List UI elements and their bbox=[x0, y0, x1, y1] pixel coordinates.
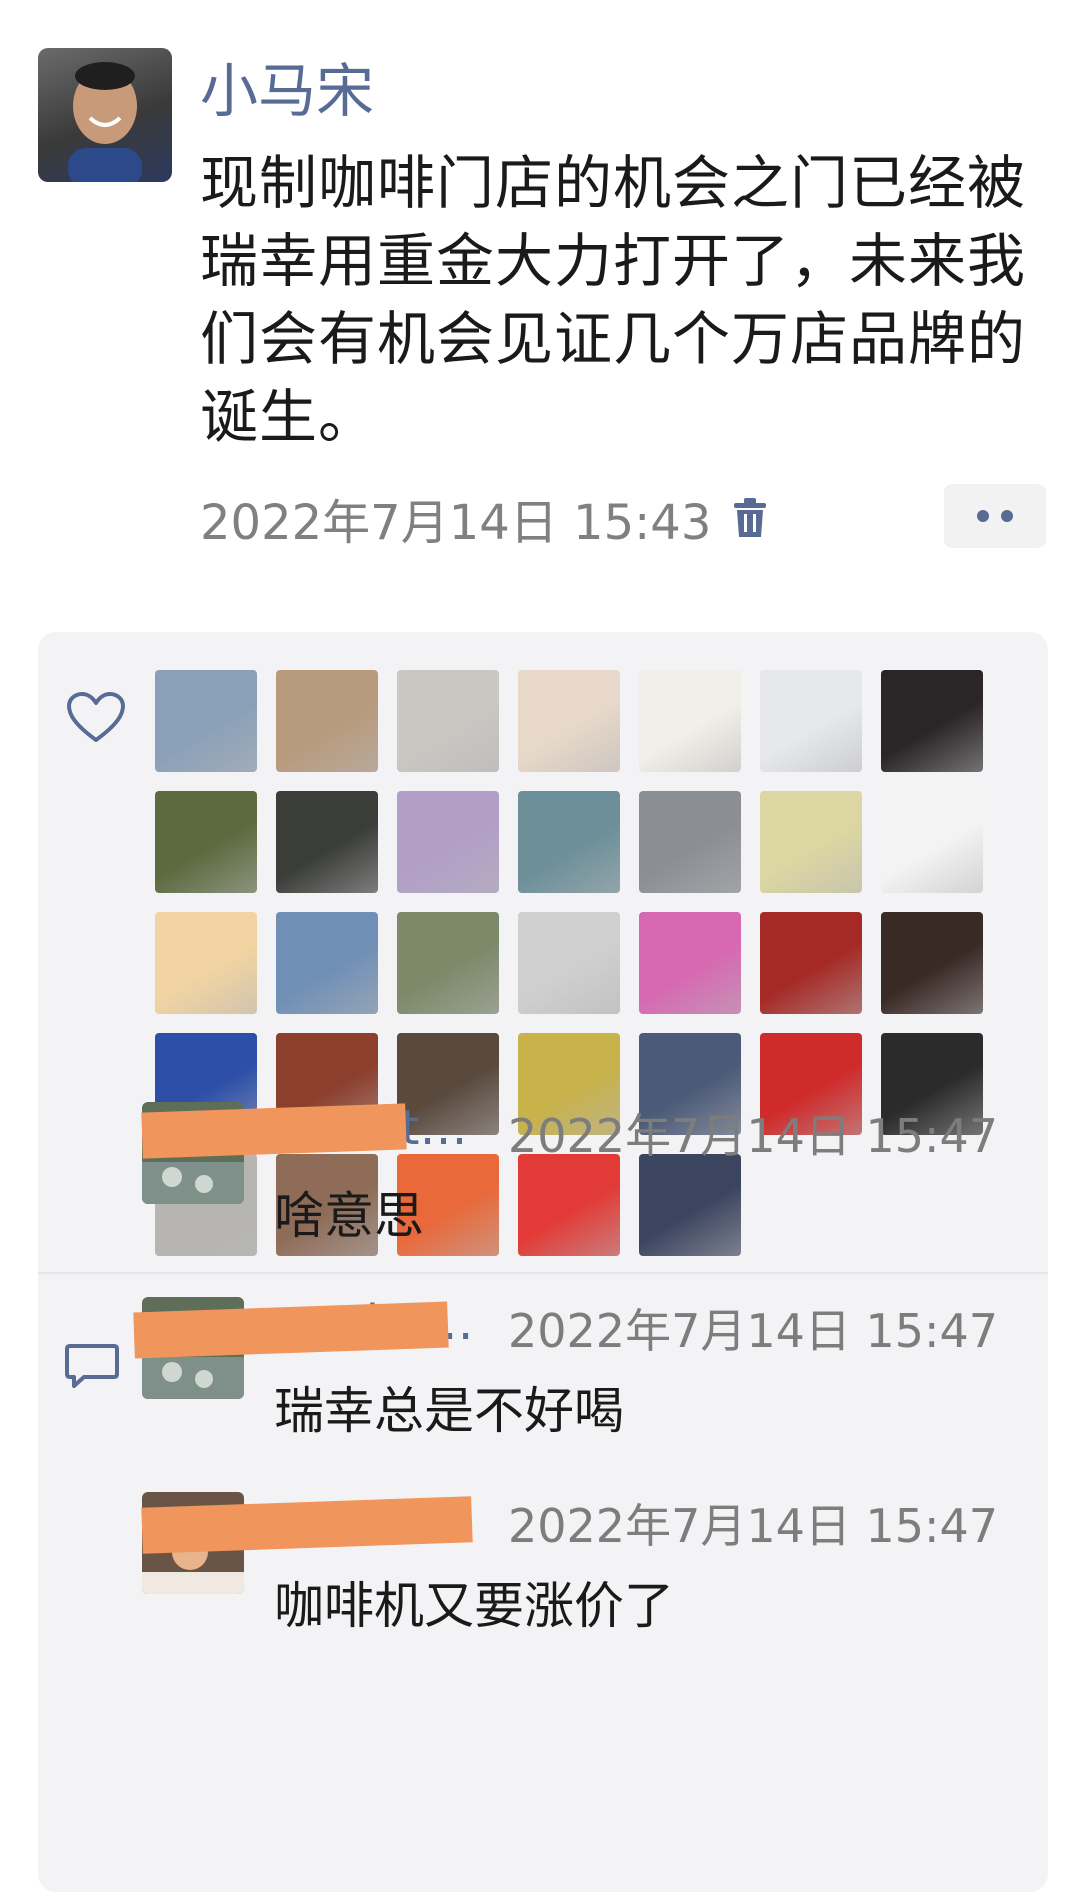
comment-item[interactable]: …thats… 2022年7月14日 15:47 啥意思 bbox=[141, 1100, 1022, 1282]
comment-time: 2022年7月14日 15:47 bbox=[508, 1304, 999, 1358]
comment-text: 咖啡机又要涨价了 bbox=[274, 1577, 674, 1635]
post-meta: 2022年7月14日 15:43 bbox=[200, 488, 767, 551]
liker-avatar[interactable] bbox=[881, 670, 983, 772]
liker-avatar[interactable] bbox=[639, 791, 741, 893]
liker-avatar[interactable] bbox=[155, 912, 257, 1014]
liker-avatar[interactable] bbox=[760, 670, 862, 772]
liker-avatar[interactable] bbox=[518, 791, 620, 893]
liker-avatar[interactable] bbox=[276, 912, 378, 1014]
trash-icon[interactable] bbox=[733, 497, 767, 539]
liker-avatar[interactable] bbox=[276, 670, 378, 772]
liker-avatar[interactable] bbox=[518, 912, 620, 1014]
post-timestamp: 2022年7月14日 15:43 bbox=[200, 495, 712, 551]
redaction-mark bbox=[141, 1103, 407, 1159]
liker-avatar[interactable] bbox=[639, 912, 741, 1014]
comment-time: 2022年7月14日 15:47 bbox=[508, 1109, 999, 1163]
liker-avatar[interactable] bbox=[276, 791, 378, 893]
liker-avatar[interactable] bbox=[760, 791, 862, 893]
liker-avatar[interactable] bbox=[397, 912, 499, 1014]
avatar-portrait bbox=[68, 62, 142, 182]
more-dot bbox=[1001, 510, 1013, 522]
author-avatar[interactable] bbox=[38, 48, 172, 182]
liker-avatar[interactable] bbox=[881, 912, 983, 1014]
liker-avatar[interactable] bbox=[639, 670, 741, 772]
more-button[interactable] bbox=[944, 484, 1046, 548]
comment-text: 瑞幸总是不好喝 bbox=[274, 1382, 624, 1440]
comment-text: 啥意思 bbox=[274, 1187, 424, 1245]
liker-avatar[interactable] bbox=[155, 670, 257, 772]
heart-icon bbox=[67, 692, 125, 742]
liker-avatar[interactable] bbox=[760, 912, 862, 1014]
comment-item[interactable]: …sthats… 2022年7月14日 15:47 瑞幸总是不好喝 bbox=[133, 1295, 1022, 1477]
interaction-panel: …thats… 2022年7月14日 15:47 啥意思 …sthats… 20… bbox=[38, 632, 1048, 1892]
comment-time: 2022年7月14日 15:47 bbox=[508, 1499, 999, 1553]
liker-avatar[interactable] bbox=[397, 791, 499, 893]
post-author[interactable]: 小马宋 bbox=[200, 56, 374, 126]
liker-avatar[interactable] bbox=[397, 670, 499, 772]
liker-avatar[interactable] bbox=[155, 791, 257, 893]
liker-avatar[interactable] bbox=[881, 791, 983, 893]
comment-icon bbox=[65, 1344, 119, 1388]
post-text: 现制咖啡门店的机会之门已经被瑞幸用重金大力打开了，未来我们会有机会见证几个万店品… bbox=[200, 149, 1027, 451]
comment-item[interactable]: … 2022年7月14日 15:47 咖啡机又要涨价了 bbox=[141, 1490, 1022, 1672]
more-dot bbox=[977, 510, 989, 522]
liker-avatar[interactable] bbox=[518, 670, 620, 772]
